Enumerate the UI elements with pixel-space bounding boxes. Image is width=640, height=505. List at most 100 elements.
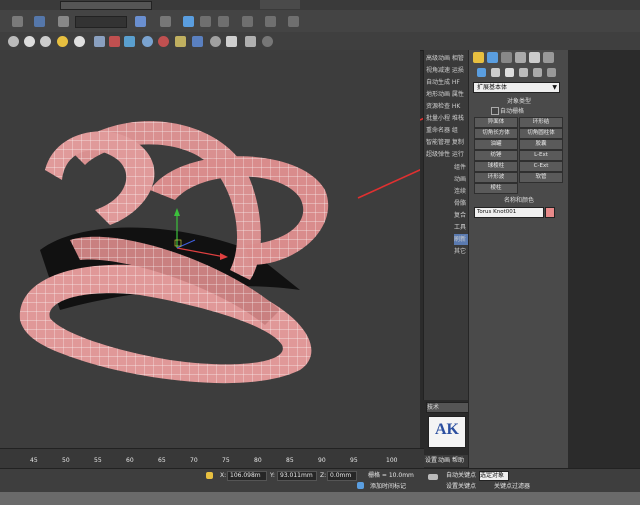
category-dropdown[interactable]: 扩展基本体 ▼ — [473, 82, 560, 93]
gengon-button[interactable]: 球棱柱 — [474, 161, 518, 172]
plugin-item[interactable]: 动画 — [454, 174, 468, 185]
plugin-item[interactable]: 复合 — [454, 210, 468, 221]
plugin-item[interactable]: 自动生成 HF — [426, 77, 468, 88]
timeline-tick: 90 — [318, 457, 326, 464]
shapes-icon[interactable] — [491, 68, 500, 77]
modify-tab-icon[interactable] — [487, 52, 498, 63]
object-type-header[interactable]: 对象类型 — [473, 98, 565, 106]
sphere-icon[interactable] — [8, 36, 19, 47]
target-icon[interactable] — [158, 36, 169, 47]
filter-icon[interactable] — [58, 16, 69, 27]
display-tab-icon[interactable] — [529, 52, 540, 63]
oil-tank-button[interactable]: 油罐 — [474, 139, 518, 150]
hierarchy-tab-icon[interactable] — [501, 52, 512, 63]
scale-icon[interactable] — [218, 16, 229, 27]
z-coordinate-field[interactable]: 0.0mm — [327, 471, 357, 481]
plugin-item[interactable]: 工具 — [454, 222, 468, 233]
extra-icon[interactable] — [262, 36, 273, 47]
spindle-button[interactable]: 纺锤 — [474, 150, 518, 161]
light-icon[interactable] — [57, 36, 68, 47]
teapot-icon[interactable] — [24, 36, 35, 47]
timeline-tick: 85 — [286, 457, 294, 464]
move-icon[interactable] — [183, 16, 194, 27]
person-icon[interactable] — [192, 36, 203, 47]
plugin-item[interactable]: 资源检查 HK — [426, 101, 468, 112]
settings-button[interactable]: 设置 — [425, 457, 437, 465]
plugin-item[interactable]: 重命名器 组 — [426, 125, 468, 136]
object-name-field[interactable]: Torus Knot001 — [474, 207, 544, 218]
select-by-name-icon[interactable] — [160, 16, 171, 27]
bind-icon[interactable] — [34, 16, 45, 27]
plugin-item[interactable]: 批量小程 堆栈 — [426, 113, 468, 124]
plugin-item[interactable]: 高级动画 相管 — [426, 53, 468, 64]
add-time-tag-button[interactable]: 添加时间标记 — [370, 483, 406, 491]
render-icon[interactable] — [124, 36, 135, 47]
create-tab-icon[interactable] — [473, 52, 484, 63]
plugin-item[interactable]: 连续 — [454, 186, 468, 197]
layer-icon[interactable] — [245, 36, 256, 47]
plugin-item[interactable]: 其它 — [454, 246, 468, 257]
selection-filter[interactable] — [75, 16, 127, 28]
name-color-header[interactable]: 名称和颜色 — [473, 197, 565, 205]
lights-icon[interactable] — [505, 68, 514, 77]
help-button[interactable]: 帮助 — [452, 457, 464, 465]
animation-button[interactable]: 动画 — [438, 457, 450, 465]
key-icon[interactable] — [428, 474, 438, 480]
hedra-button[interactable]: 异面体 — [474, 117, 518, 128]
omni-light-icon[interactable] — [74, 36, 85, 47]
document-icon[interactable] — [226, 36, 237, 47]
snap-icon[interactable] — [265, 16, 276, 27]
plugin-item[interactable]: 骨骼 — [454, 198, 468, 209]
c-ext-button[interactable]: C-Ext — [519, 161, 563, 172]
geometry-icon[interactable] — [477, 68, 486, 77]
time-tag-icon[interactable] — [357, 482, 364, 489]
plugin-item[interactable]: 智能管理 复制 — [426, 137, 468, 148]
plugin-dropdown[interactable]: 技术 — [426, 402, 470, 413]
prism-button[interactable]: 棱柱 — [474, 183, 518, 194]
x-coordinate-field[interactable]: 106.098m — [227, 471, 267, 481]
plugin-item[interactable]: 超级弹性 运行 — [426, 149, 468, 160]
rotate-icon[interactable] — [200, 16, 211, 27]
globe-icon[interactable] — [142, 36, 153, 47]
plugin-item[interactable]: 视角减速 运损 — [426, 65, 468, 76]
lock-icon[interactable] — [206, 472, 213, 479]
side-buttons: 设置 动画 帮助 — [424, 455, 468, 467]
selection-dropdown[interactable]: 选定对象 — [479, 471, 509, 481]
key-filter-button[interactable]: 关键点过滤器 — [494, 483, 530, 491]
helpers-icon[interactable] — [533, 68, 542, 77]
auto-key-button[interactable]: 自动关键点 — [446, 472, 476, 480]
ringwave-button[interactable]: 环形波 — [474, 172, 518, 183]
eye-icon[interactable] — [40, 36, 51, 47]
title-field[interactable] — [60, 1, 152, 10]
object-color-swatch[interactable] — [545, 207, 555, 218]
plugin-item[interactable]: 组件 — [454, 162, 468, 173]
select-icon[interactable] — [135, 16, 146, 27]
chamfer-cyl-button[interactable]: 切角圆柱体 — [519, 128, 563, 139]
spacewarps-icon[interactable] — [547, 68, 556, 77]
y-coordinate-field[interactable]: 93.011mm — [277, 471, 317, 481]
perspective-viewport[interactable] — [0, 50, 425, 448]
pivot-icon[interactable] — [242, 16, 253, 27]
particles-icon[interactable] — [109, 36, 120, 47]
capsule-button[interactable]: 胶囊 — [519, 139, 563, 150]
cameras-icon[interactable] — [519, 68, 528, 77]
grid-icon[interactable] — [94, 36, 105, 47]
menu-button[interactable] — [260, 0, 300, 9]
plugin-item[interactable]: 刷新 — [454, 234, 468, 245]
l-ext-button[interactable]: L-Ext — [519, 150, 563, 161]
motion-tab-icon[interactable] — [515, 52, 526, 63]
utilities-tab-icon[interactable] — [543, 52, 554, 63]
link-icon[interactable] — [12, 16, 23, 27]
mirror-icon[interactable] — [288, 16, 299, 27]
autogrid-checkbox[interactable] — [491, 107, 499, 115]
logo-text: AK — [435, 421, 459, 438]
tree-icon[interactable] — [175, 36, 186, 47]
torus-knot-button[interactable]: 环形结 — [519, 117, 563, 128]
hose-button[interactable]: 软管 — [519, 172, 563, 183]
timeline-ruler[interactable]: 45 50 55 60 65 70 75 80 85 90 95 100 — [0, 448, 424, 469]
chamfer-box-button[interactable]: 切角长方体 — [474, 128, 518, 139]
set-key-button[interactable]: 设置关键点 — [446, 483, 476, 491]
x-value: 106.098m — [230, 472, 261, 479]
plugin-item[interactable]: 地形动画 属性 — [426, 89, 468, 100]
sphere2-icon[interactable] — [210, 36, 221, 47]
